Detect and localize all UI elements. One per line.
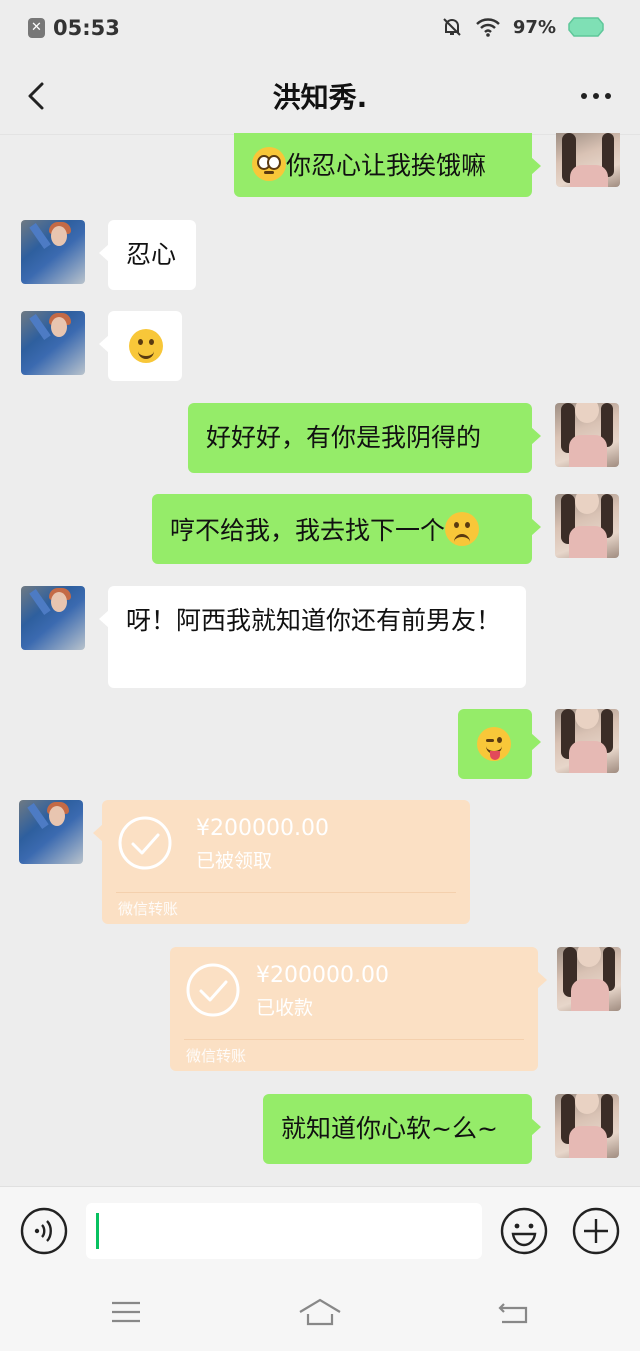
- divider: [184, 1039, 524, 1040]
- plus-icon[interactable]: [572, 1207, 620, 1255]
- avatar[interactable]: [21, 586, 85, 650]
- transfer-status: 已收款: [256, 997, 314, 1019]
- avatar[interactable]: [19, 800, 83, 864]
- message-bubble[interactable]: 忍心: [99, 220, 196, 290]
- divider: [116, 892, 456, 893]
- winking-tongue-face-emoji: [477, 727, 511, 761]
- avatar[interactable]: [555, 709, 619, 773]
- avatar[interactable]: [21, 311, 85, 375]
- message-bubble[interactable]: 呀！阿西我就知道你还有前男友！: [99, 586, 526, 688]
- message-bubble[interactable]: 你忍心让我挨饿嘛: [234, 133, 541, 197]
- menu-icon[interactable]: [108, 1296, 144, 1328]
- transfer-footer: 微信转账: [118, 900, 179, 918]
- check-circle-icon: [186, 963, 240, 1017]
- transfer-status: 已被领取: [196, 850, 273, 872]
- wifi-icon: [476, 18, 500, 37]
- battery-percent: 97%: [512, 16, 556, 38]
- transfer-amount: ¥200000.00: [196, 816, 329, 841]
- transfer-amount: ¥200000.00: [256, 963, 389, 988]
- input-bar: [0, 1186, 640, 1275]
- battery-icon: [568, 17, 604, 37]
- message-bubble[interactable]: [458, 709, 541, 779]
- message-text: 你忍心让我挨饿嘛: [286, 151, 487, 180]
- status-bar: ✕ 05:53 97%: [0, 0, 640, 58]
- message-text: 好好好，有你是我阴得的: [206, 423, 482, 452]
- avatar[interactable]: [555, 1094, 619, 1158]
- message-text: 忍心: [126, 240, 177, 269]
- frowning-face-emoji: [445, 512, 480, 546]
- check-circle-icon: [118, 816, 172, 870]
- message-bubble[interactable]: 哼不给我，我去找下一个: [152, 494, 541, 564]
- message-bubble[interactable]: [99, 311, 182, 381]
- message-bubble[interactable]: 好好好，有你是我阴得的: [188, 403, 541, 473]
- avatar[interactable]: [556, 133, 620, 187]
- avatar[interactable]: [21, 220, 85, 284]
- avatar[interactable]: [555, 494, 619, 558]
- emoji-icon[interactable]: [500, 1207, 548, 1255]
- notification-off-icon: [443, 18, 461, 36]
- avatar[interactable]: [557, 947, 621, 1011]
- transfer-card[interactable]: ¥200000.00 已被领取 微信转账: [93, 800, 470, 924]
- message-input[interactable]: [86, 1203, 482, 1259]
- chat-header: 洪知秀.: [0, 58, 640, 135]
- notification-x-icon: ✕: [28, 18, 45, 38]
- pleading-face-emoji: [252, 147, 286, 181]
- return-icon[interactable]: [496, 1296, 532, 1328]
- message-text: 就知道你心软~么~: [281, 1114, 498, 1143]
- avatar[interactable]: [555, 403, 619, 467]
- system-navigation: [0, 1274, 640, 1351]
- home-icon[interactable]: [298, 1296, 342, 1328]
- text-caret: [96, 1213, 99, 1249]
- message-bubble[interactable]: 就知道你心软~么~: [263, 1094, 541, 1164]
- transfer-card[interactable]: ¥200000.00 已收款 微信转账: [170, 947, 547, 1071]
- voice-icon[interactable]: [20, 1207, 68, 1255]
- status-time: 05:53: [53, 16, 120, 40]
- message-text: 哼不给我，我去找下一个: [170, 516, 446, 545]
- message-text: 呀！阿西我就知道你还有前男友！: [126, 606, 502, 635]
- more-icon[interactable]: [576, 80, 616, 112]
- chat-title: 洪知秀.: [272, 81, 368, 114]
- transfer-footer: 微信转账: [186, 1047, 247, 1065]
- smiling-face-emoji: [129, 329, 163, 363]
